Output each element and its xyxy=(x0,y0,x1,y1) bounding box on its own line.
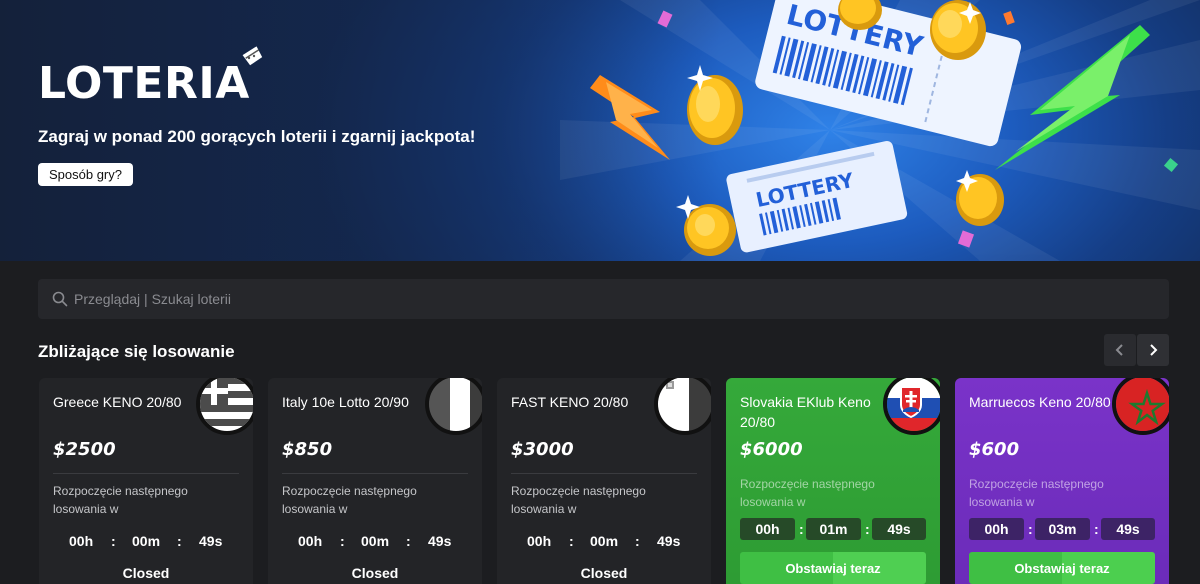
lottery-prize: $3000 xyxy=(511,439,574,460)
timer-separator: : xyxy=(865,521,870,537)
greece-flag-icon xyxy=(196,378,253,435)
lottery-card[interactable]: Slovakia EKlub Keno 20/80 $6000 Rozpoczę… xyxy=(726,378,940,584)
lottery-name: Italy 10e Lotto 20/90 xyxy=(282,394,409,410)
page: LOTERIA Zagraj w ponad 200 gorących lote… xyxy=(0,0,1200,584)
hero-subtitle: Zagraj w ponad 200 gorących loterii i zg… xyxy=(38,127,476,146)
carousel-next-button[interactable] xyxy=(1137,334,1169,366)
hero-banner: LOTERIA Zagraj w ponad 200 gorących lote… xyxy=(0,0,1200,261)
card-divider xyxy=(53,473,239,474)
timer-minutes: 00m xyxy=(590,533,619,549)
card-divider xyxy=(511,473,697,474)
next-draw-label: Rozpoczęcie następnego losowania w xyxy=(53,484,188,516)
timer-separator: : xyxy=(406,533,411,549)
party-hat-icon xyxy=(242,46,263,66)
slovakia-flag-icon xyxy=(883,378,940,435)
timer-seconds: 49s xyxy=(199,533,223,549)
next-draw-label: Rozpoczęcie następnego losowania w xyxy=(282,484,417,516)
timer-separator: : xyxy=(111,533,116,549)
malta-flag-icon xyxy=(654,378,711,435)
timer-minutes: 03m xyxy=(1035,518,1090,540)
lottery-card[interactable]: Italy 10e Lotto 20/90 $850 Rozpoczęcie n… xyxy=(268,378,482,584)
lottery-card[interactable]: Greece KENO 20/80 $2500 Rozpoczęcie nast… xyxy=(39,378,253,584)
lottery-prize: $600 xyxy=(969,439,1020,460)
lottery-card[interactable]: Marruecos Keno 20/80 $600 Rozpoczęcie na… xyxy=(955,378,1169,584)
timer-separator: : xyxy=(569,533,574,549)
search-icon xyxy=(52,291,68,307)
timer-hours: 00h xyxy=(298,533,323,549)
chevron-left-icon xyxy=(1115,344,1123,356)
lottery-name: Marruecos Keno 20/80 xyxy=(969,394,1111,410)
timer-separator: : xyxy=(340,533,345,549)
timer-separator: : xyxy=(799,521,804,537)
bet-now-button[interactable]: Obstawiaj teraz xyxy=(740,552,926,584)
lottery-prize: $850 xyxy=(282,439,333,460)
status-closed: Closed xyxy=(122,565,170,581)
lottery-card[interactable]: FAST KENO 20/80 $3000 Rozpoczęcie następ… xyxy=(497,378,711,584)
timer-minutes: 00m xyxy=(132,533,161,549)
timer-hours: 00h xyxy=(69,533,94,549)
lottery-name: Greece KENO 20/80 xyxy=(53,394,182,410)
how-to-play-button[interactable]: Sposób gry? xyxy=(38,163,133,186)
page-title: LOTERIA xyxy=(38,58,250,109)
card-divider xyxy=(282,473,468,474)
timer-seconds: 49s xyxy=(657,533,681,549)
timer-separator: : xyxy=(1094,521,1099,537)
timer-separator: : xyxy=(635,533,640,549)
timer-separator: : xyxy=(177,533,182,549)
morocco-flag-icon xyxy=(1112,378,1169,435)
status-closed: Closed xyxy=(351,565,399,581)
timer-hours: 00h xyxy=(969,518,1024,540)
search-bar xyxy=(38,279,1169,319)
lottery-prize: $2500 xyxy=(53,439,116,460)
upcoming-draws-title: Zbliżające się losowanie xyxy=(38,342,235,361)
lottery-tickets-illustration: LOTTERY LOTTERY xyxy=(590,0,1179,256)
next-draw-label: Rozpoczęcie następnego losowania w xyxy=(511,484,646,516)
italy-flag-icon xyxy=(425,378,482,435)
carousel-prev-button[interactable] xyxy=(1104,334,1136,366)
search-input[interactable] xyxy=(74,279,1154,319)
timer-seconds: 49s xyxy=(1101,518,1155,540)
chevron-right-icon xyxy=(1150,344,1158,356)
lottery-name: Slovakia EKlub Keno 20/80 xyxy=(740,394,871,430)
timer-hours: 00h xyxy=(740,518,795,540)
timer-minutes: 00m xyxy=(361,533,390,549)
bet-now-button[interactable]: Obstawiaj teraz xyxy=(969,552,1155,584)
lottery-name: FAST KENO 20/80 xyxy=(511,394,629,410)
timer-hours: 00h xyxy=(527,533,552,549)
next-draw-label: Rozpoczęcie następnego losowania w xyxy=(740,477,875,509)
timer-separator: : xyxy=(1028,521,1033,537)
status-closed: Closed xyxy=(580,565,628,581)
timer-seconds: 49s xyxy=(872,518,926,540)
next-draw-label: Rozpoczęcie następnego losowania w xyxy=(969,477,1104,509)
timer-minutes: 01m xyxy=(806,518,861,540)
timer-seconds: 49s xyxy=(428,533,452,549)
lottery-prize: $6000 xyxy=(740,439,803,460)
